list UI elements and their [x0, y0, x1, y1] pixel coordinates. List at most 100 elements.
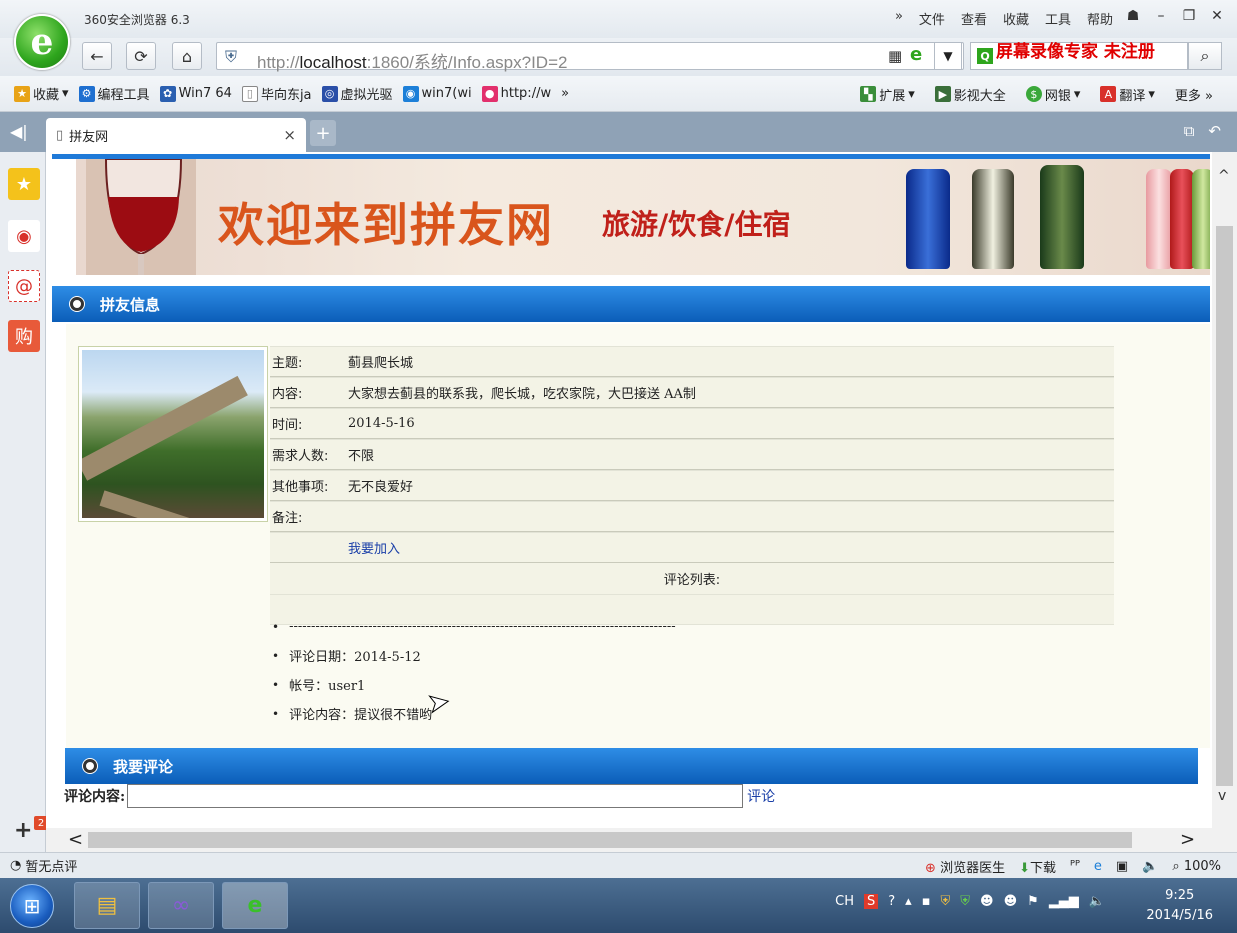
- doctor-icon: ⊕: [925, 861, 936, 876]
- mail-icon[interactable]: @: [8, 270, 40, 302]
- translate-button[interactable]: A 翻译 ▾: [1100, 85, 1155, 104]
- pp-icon[interactable]: ᴾᴾ: [1070, 859, 1080, 874]
- home-button[interactable]: ⌂: [172, 42, 202, 70]
- volume-icon[interactable]: 🔈: [1142, 859, 1158, 874]
- info-value: 大家想去蓟县的联系我，爬长城，吃农家院，大巴接送 AA制: [348, 387, 696, 402]
- network-icon[interactable]: ▂▄▆: [1049, 894, 1079, 909]
- browser-doctor-button[interactable]: ⊕ 浏览器医生: [925, 857, 1005, 876]
- tray-app-icon[interactable]: ▪: [922, 894, 931, 909]
- browser-e-icon[interactable]: e: [910, 44, 922, 65]
- status-left-text[interactable]: 暂无点评: [25, 856, 77, 875]
- great-wall-image: [82, 350, 264, 518]
- favorites-item-programming[interactable]: ⚙ 编程工具: [78, 84, 150, 103]
- restore-button[interactable]: ❐: [1175, 4, 1203, 28]
- new-tab-button[interactable]: +: [310, 120, 336, 146]
- scroll-thumb[interactable]: [88, 832, 1132, 848]
- shopping-icon[interactable]: 购: [8, 320, 40, 352]
- flag-icon[interactable]: ⚑: [1027, 894, 1039, 909]
- menu-favorites[interactable]: 收藏: [1003, 9, 1029, 28]
- favorites-item-bixiangdong[interactable]: ▯ 毕向东ja: [241, 84, 312, 103]
- status-bar: ◔ 暂无点评 ⊕ 浏览器医生 ⬇下载 ᴾᴾ e ▣ 🔈 ⌕ 100%: [0, 852, 1237, 878]
- download-button[interactable]: ⬇下载: [1019, 857, 1056, 876]
- horizontal-scrollbar[interactable]: < >: [46, 828, 1237, 852]
- weibo-icon[interactable]: ◉: [8, 220, 40, 252]
- shield-icon[interactable]: ⛨: [941, 894, 951, 909]
- rating-icon: ◔: [10, 858, 22, 873]
- clock[interactable]: 9:25 2014/5/16: [1146, 886, 1213, 926]
- comment-input[interactable]: [127, 784, 744, 808]
- sidebar-toggle-icon[interactable]: ◀|: [10, 122, 28, 141]
- scroll-right-icon[interactable]: >: [1180, 829, 1195, 850]
- great-wall-photo: [78, 346, 268, 522]
- favorites-item-http[interactable]: ● http://w: [481, 85, 551, 102]
- back-button[interactable]: ←: [82, 42, 112, 70]
- sogou-icon[interactable]: S: [863, 894, 879, 909]
- bullet-icon: [70, 297, 84, 311]
- tab-close-icon[interactable]: ×: [283, 126, 296, 144]
- page-icon: ▯: [56, 127, 64, 143]
- clock-time: 9:25: [1165, 888, 1195, 903]
- info-value: 不限: [348, 449, 375, 464]
- vertical-scrollbar[interactable]: ^ v: [1212, 152, 1237, 828]
- info-row-other: 其他事项: 无不良爱好: [270, 470, 1114, 501]
- zoom-control[interactable]: ⌕ 100%: [1172, 859, 1221, 874]
- undo-close-icon[interactable]: ↶: [1208, 122, 1221, 140]
- banner-title: 欢迎来到拼友网: [218, 198, 554, 252]
- qq-icon[interactable]: ☻: [1004, 894, 1018, 909]
- bank-button[interactable]: $ 网银 ▾: [1025, 85, 1080, 104]
- address-dropdown-button[interactable]: ▼: [934, 42, 962, 70]
- taskbar-explorer[interactable]: ▤: [74, 882, 140, 929]
- info-label: 备注:: [272, 511, 303, 526]
- menu-help[interactable]: 帮助: [1087, 9, 1113, 28]
- favorites-overflow[interactable]: »: [561, 86, 569, 101]
- add-sidebar-icon[interactable]: +: [14, 818, 32, 843]
- taskbar-visual-studio[interactable]: ∞: [148, 882, 214, 929]
- favorites-item-collect[interactable]: ★ 收藏 ▾: [14, 84, 69, 103]
- menu-file[interactable]: 文件: [919, 9, 945, 28]
- favorites-item-win7wi[interactable]: ◉ win7(wi: [402, 85, 472, 102]
- restore-tab-icon[interactable]: ⧉: [1184, 122, 1195, 140]
- qq-icon[interactable]: ☻: [980, 894, 994, 909]
- window-icon[interactable]: ▣: [1116, 859, 1128, 874]
- recorder-watermark: 屏幕录像专家 未注册: [996, 42, 1155, 62]
- menu-tools[interactable]: 工具: [1045, 9, 1071, 28]
- favorites-item-win7[interactable]: ✿ Win7 64: [159, 85, 232, 102]
- scroll-left-icon[interactable]: <: [68, 829, 83, 850]
- tab-pinyou[interactable]: ▯ 拼友网 ×: [46, 118, 306, 152]
- start-button[interactable]: ⊞: [10, 884, 54, 928]
- scroll-up-icon[interactable]: ^: [1218, 168, 1230, 184]
- favorites-star-icon[interactable]: ★: [8, 168, 40, 200]
- favorites-item-virtual-drive[interactable]: ◎ 虚拟光驱: [321, 84, 393, 103]
- tab-bar-tools: ⧉ ↶: [1184, 122, 1221, 140]
- tray-expand-icon[interactable]: ▴: [905, 894, 912, 909]
- help-icon[interactable]: ?: [888, 894, 895, 909]
- folder-icon: ▤: [96, 893, 118, 918]
- refresh-button[interactable]: ⟳: [126, 42, 156, 70]
- menu-view[interactable]: 查看: [961, 9, 987, 28]
- info-label: 主题:: [272, 356, 303, 371]
- menu-more-arrow[interactable]: »: [895, 9, 903, 28]
- search-button[interactable]: ⌕: [1188, 42, 1222, 70]
- comment-form: 评论内容: 评论: [64, 784, 775, 808]
- taskbar-browser[interactable]: e: [222, 882, 288, 929]
- qr-code-icon[interactable]: ▦: [888, 47, 902, 65]
- scroll-down-icon[interactable]: v: [1218, 788, 1226, 804]
- app-title: 360安全浏览器 6.3: [84, 13, 190, 27]
- skin-icon[interactable]: ☗: [1119, 4, 1147, 28]
- more-button[interactable]: 更多 »: [1175, 85, 1213, 104]
- join-link[interactable]: 我要加入: [270, 538, 400, 557]
- shield-icon[interactable]: ⛨: [960, 894, 970, 909]
- scroll-thumb[interactable]: [1216, 226, 1233, 786]
- address-bar[interactable]: ⛨ http://localhost:1860/系统/Info.aspx?ID=…: [216, 42, 964, 72]
- minimize-button[interactable]: –: [1147, 4, 1175, 28]
- extensions-button[interactable]: ▚ 扩展 ▾: [860, 85, 915, 104]
- ime-indicator[interactable]: CH: [835, 894, 854, 909]
- top-menu: » 文件 查看 收藏 工具 帮助: [895, 9, 1113, 28]
- volume-icon[interactable]: 🔈: [1089, 894, 1105, 909]
- url-text: http://localhost:1860/系统/Info.aspx?ID=2: [257, 53, 568, 72]
- video-button[interactable]: ▶ 影视大全: [934, 85, 1006, 104]
- comment-submit-link[interactable]: 评论: [747, 786, 775, 806]
- left-sidebar: ★ ◉ @ 购 + 2: [0, 152, 48, 852]
- ie-icon[interactable]: e: [1094, 859, 1102, 874]
- close-window-button[interactable]: ✕: [1203, 4, 1231, 28]
